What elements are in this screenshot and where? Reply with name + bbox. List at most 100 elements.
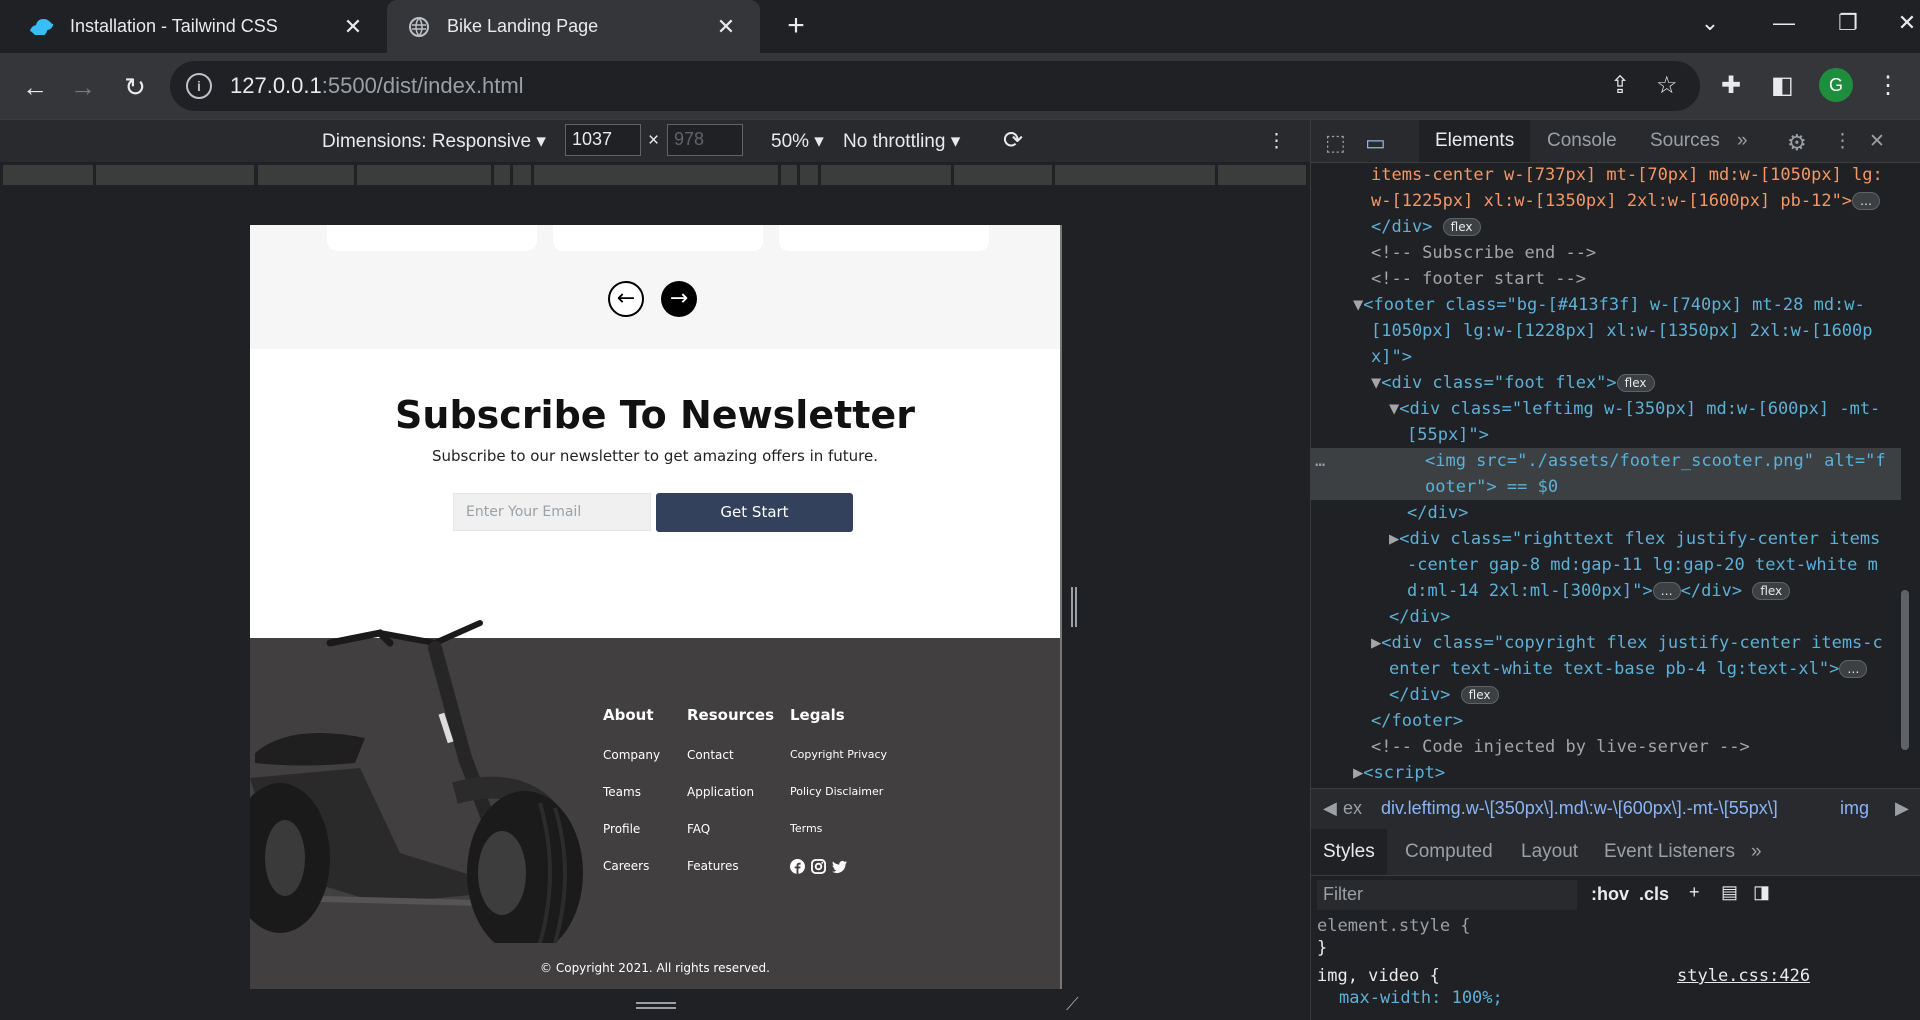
footer-link[interactable]: Application <box>687 785 774 800</box>
tab-event-listeners[interactable]: Event Listeners <box>1604 841 1735 863</box>
bookmark-star-icon[interactable]: ☆ <box>1656 71 1678 100</box>
close-icon[interactable]: ✕ <box>341 14 365 40</box>
footer-link[interactable]: Policy Disclaimer <box>790 785 887 800</box>
avatar[interactable]: G <box>1819 68 1853 102</box>
share-icon[interactable]: ⇪ <box>1610 71 1630 100</box>
footer-link[interactable]: Copyright Privacy <box>790 748 887 763</box>
code-line[interactable]: </div> flex <box>1371 214 1481 240</box>
code-line[interactable]: ▶<script> <box>1353 760 1445 783</box>
code-line[interactable]: items-center w-[737px] mt-[70px] md:w-[1… <box>1371 163 1883 188</box>
carousel-prev-button[interactable]: ← <box>608 281 644 317</box>
ellipsis-badge[interactable]: … <box>1839 660 1868 678</box>
email-input[interactable]: Enter Your Email <box>453 493 651 531</box>
breadcrumb-right-icon[interactable]: ▶ <box>1895 798 1909 819</box>
minimize-icon[interactable]: — <box>1764 10 1804 36</box>
ellipsis-badge[interactable]: … <box>1852 192 1881 210</box>
code-line[interactable]: </div> <box>1407 500 1468 526</box>
height-input[interactable]: 978 <box>667 124 743 156</box>
hov-toggle[interactable]: :hov <box>1591 884 1629 905</box>
get-start-button[interactable]: Get Start <box>656 493 853 532</box>
code-line[interactable]: ▼<footer class="bg-[#413f3f] w-[740px] m… <box>1353 292 1865 318</box>
collapse-triangle-icon[interactable]: ▶ <box>1389 529 1399 549</box>
code-line[interactable]: ▼<div class="foot flex"> flex <box>1371 370 1655 396</box>
footer-link[interactable]: Company <box>603 748 660 763</box>
breadcrumb-item[interactable]: div.leftimg.w-\[350px\].md\:w-\[600px\].… <box>1381 798 1778 819</box>
selected-code-line[interactable]: … <img src="./assets/footer_scooter.png"… <box>1311 448 1901 500</box>
stylesheet-link[interactable]: style.css:426 <box>1677 966 1810 986</box>
ellipsis-badge[interactable]: … <box>1652 582 1681 600</box>
throttling-select[interactable]: No throttling ▾ <box>843 130 960 153</box>
code-line[interactable]: </footer> <box>1371 708 1463 734</box>
footer-link[interactable]: Contact <box>687 748 774 763</box>
footer-link[interactable]: Careers <box>603 859 660 874</box>
menu-kebab-icon[interactable]: ⋮ <box>1876 71 1900 100</box>
paint-icon[interactable]: ▤ <box>1721 882 1738 903</box>
code-line[interactable]: ▼<div class="leftimg w-[350px] md:w-[600… <box>1389 396 1880 422</box>
extensions-icon[interactable]: ✚ <box>1721 71 1741 100</box>
address-bar[interactable]: i 127.0.0.1:5500/dist/index.html ⇪ ☆ <box>170 61 1700 111</box>
footer-link[interactable]: Profile <box>603 822 660 837</box>
resize-handle-bottom[interactable] <box>636 1002 676 1009</box>
code-line[interactable]: enter text-white text-base pb-4 lg:text-… <box>1389 656 1868 682</box>
expand-triangle-icon[interactable]: ▼ <box>1371 373 1381 393</box>
devtools-close-icon[interactable]: ✕ <box>1869 130 1885 153</box>
code-line[interactable]: [1050px] lg:w-[1228px] xl:w-[1350px] 2xl… <box>1371 318 1873 344</box>
tab-computed[interactable]: Computed <box>1405 841 1493 863</box>
code-line[interactable]: w-[1225px] xl:w-[1350px] 2xl:w-[1600px] … <box>1371 188 1881 214</box>
tab-sources[interactable]: Sources <box>1650 130 1720 152</box>
element-style-selector[interactable]: element.style { <box>1317 916 1471 936</box>
breadcrumb-left-icon[interactable]: ◀ <box>1323 798 1337 819</box>
breadcrumb-prefix[interactable]: ex <box>1343 798 1362 819</box>
restore-icon[interactable]: ❐ <box>1828 10 1868 36</box>
styles-filter-input[interactable]: Filter <box>1317 880 1577 910</box>
tab-elements[interactable]: Elements <box>1419 120 1531 162</box>
tab-tailwind[interactable]: Installation - Tailwind CSS ✕ <box>0 0 387 53</box>
footer-link[interactable]: FAQ <box>687 822 774 837</box>
flex-badge[interactable]: flex <box>1752 582 1791 600</box>
collapse-triangle-icon[interactable]: ▶ <box>1353 763 1363 783</box>
dimensions-select[interactable]: Dimensions: Responsive ▾ <box>322 130 546 153</box>
footer-link[interactable]: Teams <box>603 785 660 800</box>
reload-icon[interactable]: ↻ <box>118 70 152 104</box>
more-tabs-icon[interactable]: » <box>1737 130 1748 152</box>
back-icon[interactable]: ← <box>18 70 52 104</box>
tab-console[interactable]: Console <box>1547 130 1617 152</box>
tab-bike-landing[interactable]: Bike Landing Page ✕ <box>387 0 760 53</box>
code-line[interactable]: ▶<div class="righttext flex justify-cent… <box>1389 526 1880 552</box>
more-options-icon[interactable]: ⋮ <box>1267 130 1286 153</box>
resize-handle-right[interactable] <box>1071 587 1077 627</box>
code-line[interactable]: </div> <box>1389 604 1450 630</box>
collapse-triangle-icon[interactable]: ▶ <box>1371 633 1381 653</box>
code-line[interactable]: <!-- Subscribe end --> <box>1371 240 1596 266</box>
resize-handle-corner[interactable]: ⟋ <box>1066 994 1086 1014</box>
devtools-menu-icon[interactable]: ⋮ <box>1833 130 1852 153</box>
rule-selector[interactable]: img, video { <box>1317 966 1440 986</box>
twitter-icon[interactable] <box>832 859 847 874</box>
flex-badge[interactable]: flex <box>1442 218 1481 236</box>
rotate-icon[interactable]: ⟳ <box>1003 126 1023 155</box>
forward-icon[interactable]: → <box>66 70 100 104</box>
cls-toggle[interactable]: .cls <box>1639 884 1669 905</box>
carousel-next-button[interactable]: → <box>661 281 697 317</box>
inspect-element-icon[interactable]: ⬚ <box>1325 130 1346 156</box>
css-property[interactable]: max-width: 100%; <box>1339 988 1503 1008</box>
tab-layout[interactable]: Layout <box>1521 841 1578 863</box>
more-tabs-icon[interactable]: » <box>1751 841 1762 863</box>
code-line[interactable]: <!-- Code injected by live-server --> <box>1371 734 1750 760</box>
instagram-icon[interactable] <box>811 859 826 874</box>
expand-triangle-icon[interactable]: ▼ <box>1389 399 1399 419</box>
close-icon[interactable]: ✕ <box>714 14 738 40</box>
code-line[interactable]: [55px]"> <box>1407 422 1489 448</box>
code-line[interactable]: x]"> <box>1371 344 1412 370</box>
info-icon[interactable]: i <box>186 73 212 99</box>
flex-badge[interactable]: flex <box>1616 374 1655 392</box>
new-rule-icon[interactable]: + <box>1689 882 1700 903</box>
settings-gear-icon[interactable]: ⚙ <box>1787 130 1807 156</box>
tab-styles[interactable]: Styles <box>1311 829 1387 875</box>
code-line[interactable]: <!-- footer start --> <box>1371 266 1586 292</box>
code-line[interactable]: d:ml-14 2xl:ml-[300px]">… </div> flex <box>1407 578 1791 604</box>
device-toggle-icon[interactable]: ▭ <box>1365 130 1386 156</box>
zoom-select[interactable]: 50% ▾ <box>771 130 824 153</box>
elements-scrollbar-thumb[interactable] <box>1901 590 1909 750</box>
footer-link[interactable]: Terms <box>790 822 887 837</box>
